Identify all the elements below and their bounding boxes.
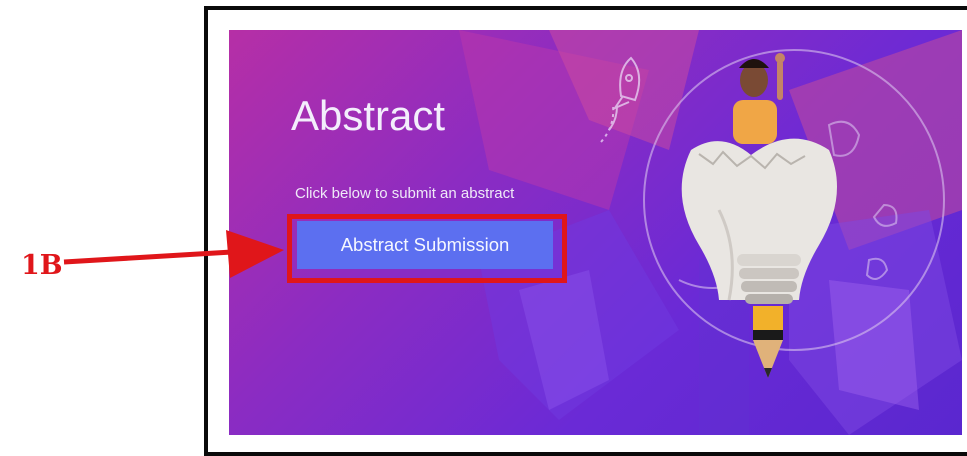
abstract-banner: Abstract Click below to submit an abstra…: [229, 30, 962, 435]
submit-instruction-text: Click below to submit an abstract: [295, 185, 515, 202]
page-title: Abstract: [291, 92, 446, 139]
annotation-label: 1B: [21, 250, 63, 281]
abstract-submission-button[interactable]: Abstract Submission: [297, 221, 553, 269]
pencil-icon: [753, 306, 783, 378]
